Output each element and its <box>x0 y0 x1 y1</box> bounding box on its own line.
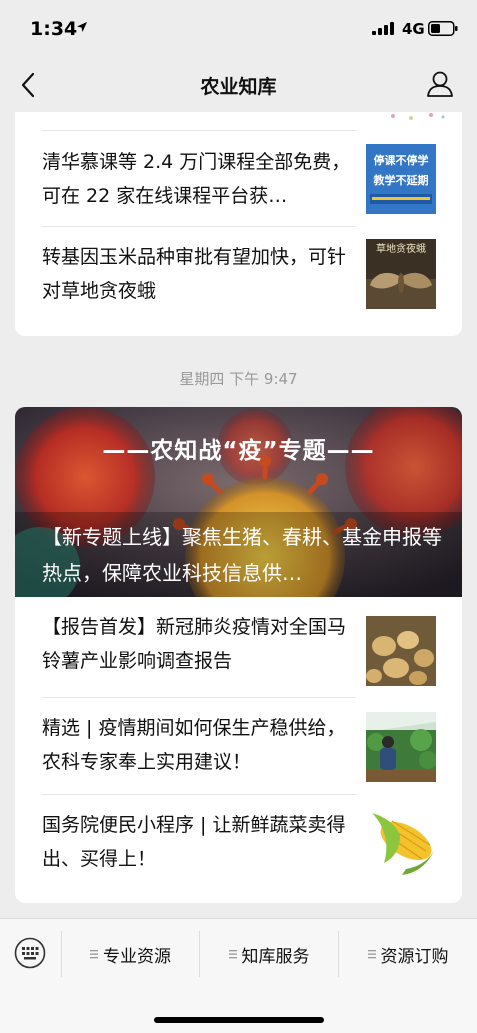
article-card: 清华慕课等 2.4 万门课程全部免费，可在 22 家在线课程平台获… 停课不停学… <box>15 112 462 336</box>
menu-professional-resources[interactable]: 专业资源 <box>62 919 199 989</box>
article-item[interactable]: 清华慕课等 2.4 万门课程全部免费，可在 22 家在线课程平台获… 停课不停学… <box>15 131 462 227</box>
svg-text:草地贪夜蛾: 草地贪夜蛾 <box>376 242 426 255</box>
article-card: ——农知战“疫”专题—— 【新专题上线】聚焦生猪、春耕、基金申报等热点，保障农业… <box>15 407 462 903</box>
message-timestamp: 星期四 下午 9:47 <box>179 370 298 388</box>
article-item[interactable]: 转基因玉米品种审批有望加快，可针对草地贪夜蛾 草地贪夜蛾 <box>15 227 462 323</box>
page-title: 农业知库 <box>200 76 277 98</box>
bottom-menu-bar: 专业资源 知库服务 资源订购 <box>0 918 477 1033</box>
submenu-lines-icon <box>228 950 237 959</box>
nav-bar: 农业知库 <box>0 56 477 112</box>
greenhouse-thumbnail <box>366 712 436 782</box>
menu-resource-ordering[interactable]: 资源订购 <box>339 919 477 989</box>
article-title: 精选 | 疫情期间如何保生产稳供给，农科专家奉上实用建议！ <box>42 717 346 773</box>
article-item[interactable]: 【报告首发】新冠肺炎疫情对全国马铃薯产业影响调查报告 <box>15 597 462 693</box>
battery-icon <box>428 21 458 36</box>
previous-article-thumbnail <box>391 113 445 120</box>
signal-strength-icon <box>372 22 394 35</box>
moth-thumbnail: 草地贪夜蛾 <box>366 239 436 309</box>
article-title: 转基因玉米品种审批有望加快，可针对草地贪夜蛾 <box>42 246 347 302</box>
article-item[interactable]: 精选 | 疫情期间如何保生产稳供给，农科专家奉上实用建议！ <box>15 698 462 794</box>
menu-label: 资源订购 <box>380 946 449 967</box>
svg-text:教学不延期: 教学不延期 <box>373 173 429 187</box>
menu-label: 知库服务 <box>241 946 310 967</box>
submenu-lines-icon <box>367 950 376 959</box>
article-title: 清华慕课等 2.4 万门课程全部免费，可在 22 家在线课程平台获… <box>42 151 351 207</box>
network-type: 4G <box>402 20 425 38</box>
home-indicator[interactable] <box>154 1017 324 1023</box>
svg-text:停课不停学: 停课不停学 <box>374 153 429 167</box>
keyboard-toggle-icon[interactable] <box>14 937 46 969</box>
submenu-lines-icon <box>90 950 98 959</box>
corn-thumbnail <box>366 807 436 877</box>
feature-banner[interactable]: ——农知战“疫”专题—— 【新专题上线】聚焦生猪、春耕、基金申报等热点，保障农业… <box>15 407 462 597</box>
article-title: 【报告首发】新冠肺炎疫情对全国马铃薯产业影响调查报告 <box>42 616 347 672</box>
location-arrow-icon <box>77 22 87 32</box>
menu-label: 专业资源 <box>103 946 171 967</box>
potato-thumbnail <box>366 616 436 686</box>
profile-icon[interactable] <box>425 69 455 99</box>
banner-heading: ——农知战“疫”专题—— <box>102 438 375 464</box>
status-bar: 1:34 4G <box>0 0 477 56</box>
article-title: 国务院便民小程序 | 让新鲜蔬菜卖得出、买得上！ <box>42 814 346 870</box>
banner-article-title: 【新专题上线】聚焦生猪、春耕、基金申报等热点，保障农业科技信息供… <box>42 525 442 585</box>
article-thumbnail: 停课不停学 教学不延期 <box>366 144 436 214</box>
status-time: 1:34 <box>30 18 78 40</box>
article-item[interactable]: 国务院便民小程序 | 让新鲜蔬菜卖得出、买得上！ <box>15 795 462 891</box>
menu-knowledge-services[interactable]: 知库服务 <box>200 919 338 989</box>
